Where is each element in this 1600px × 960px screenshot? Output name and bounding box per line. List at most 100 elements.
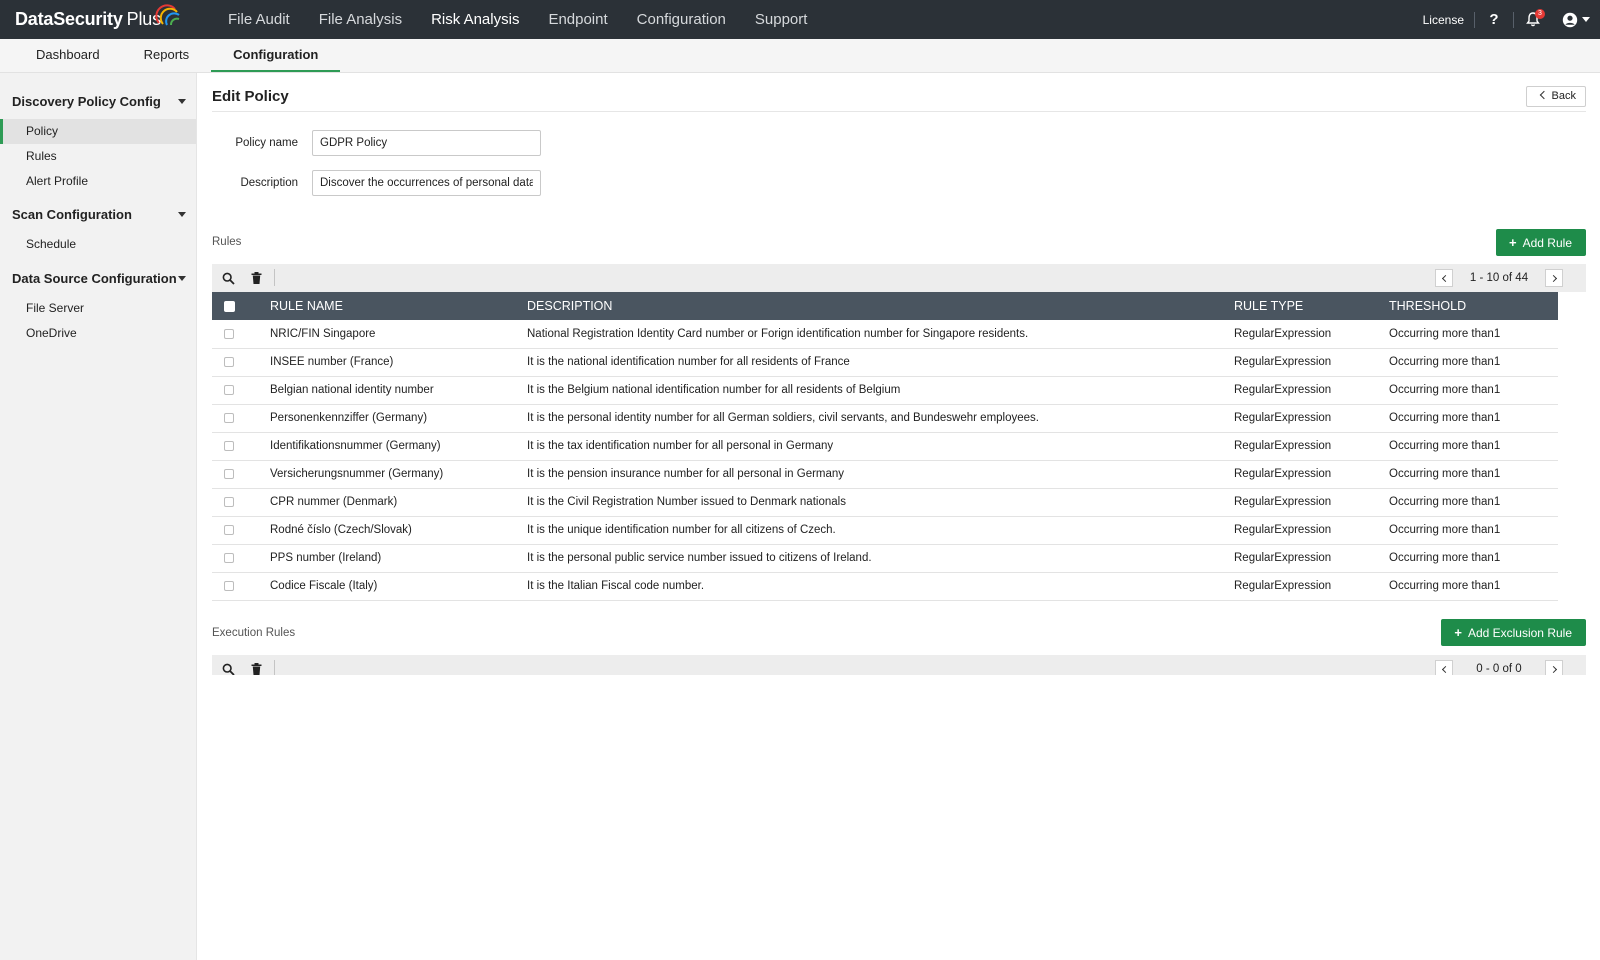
- back-label: Back: [1551, 90, 1576, 102]
- sidebar-item-rules[interactable]: Rules: [0, 144, 196, 169]
- row-checkbox[interactable]: [224, 552, 234, 563]
- table-row[interactable]: Rodné číslo (Czech/Slovak) It is the uniq…: [212, 516, 1558, 545]
- rule-threshold-cell: Occurring more than1: [1389, 432, 1558, 461]
- rules-table: RULE NAME DESCRIPTION RULE TYPE THRESHOL…: [212, 292, 1558, 601]
- sidebar-item-policy[interactable]: Policy: [0, 119, 196, 144]
- nav-configuration[interactable]: Configuration: [637, 0, 726, 39]
- tab-reports[interactable]: Reports: [122, 39, 212, 72]
- nav-endpoint[interactable]: Endpoint: [548, 0, 607, 39]
- next-page-button[interactable]: [1545, 660, 1563, 675]
- table-row[interactable]: Versicherungsnummer (Germany) It is the p…: [212, 460, 1558, 489]
- row-checkbox[interactable]: [224, 384, 234, 395]
- sidebar-item-alert-profile[interactable]: Alert Profile: [0, 169, 196, 194]
- sidebar-item-file-server[interactable]: File Server: [0, 296, 196, 321]
- divider: [212, 111, 1586, 112]
- rule-threshold-cell: Occurring more than1: [1389, 516, 1558, 545]
- rule-description-cell: It is the personal public service number…: [527, 544, 1234, 573]
- description-input[interactable]: [312, 170, 541, 196]
- table-row[interactable]: Codice Fiscale (Italy) It is the Italian …: [212, 572, 1558, 601]
- sidebar-group-label: Discovery Policy Config: [12, 93, 161, 109]
- prev-page-button[interactable]: [1435, 269, 1453, 287]
- chevron-left-icon: [1441, 274, 1449, 282]
- top-right-tools: License ? 3: [1423, 0, 1600, 39]
- policy-name-label: Policy name: [235, 137, 298, 149]
- row-checkbox[interactable]: [224, 580, 234, 591]
- sidebar-item-onedrive[interactable]: OneDrive: [0, 321, 196, 346]
- rule-description-cell: It is the Belgium national identificatio…: [527, 376, 1234, 405]
- execution-rules-pager: 0 - 0 of 0: [1435, 660, 1563, 675]
- chevron-right-icon: [1549, 274, 1557, 282]
- help-glyph: ?: [1489, 11, 1499, 28]
- sidebar-group-data-source-configuration[interactable]: Data Source Configuration: [0, 266, 196, 290]
- execution-rules-label: Execution Rules: [212, 627, 296, 639]
- table-row[interactable]: Belgian national identity number It is th…: [212, 376, 1558, 405]
- nav-support[interactable]: Support: [755, 0, 808, 39]
- rule-name-cell: Rodné číslo (Czech/Slovak): [270, 516, 527, 545]
- search-icon[interactable]: [220, 270, 236, 286]
- nav-file-audit[interactable]: File Audit: [228, 0, 290, 39]
- sidebar-group-scan-configuration[interactable]: Scan Configuration: [0, 202, 196, 226]
- next-page-button[interactable]: [1545, 269, 1563, 287]
- select-all-checkbox[interactable]: [224, 301, 235, 313]
- row-checkbox[interactable]: [224, 440, 234, 451]
- tab-configuration[interactable]: Configuration: [211, 39, 341, 72]
- row-checkbox[interactable]: [224, 412, 234, 423]
- rule-description-cell: It is the unique identification number f…: [527, 516, 1234, 545]
- add-exclusion-rule-button[interactable]: + Add Exclusion Rule: [1441, 619, 1586, 646]
- rule-threshold-cell: Occurring more than1: [1389, 376, 1558, 405]
- policy-name-row: Policy name: [212, 130, 541, 156]
- caret-down-icon: [178, 275, 186, 281]
- rule-name-cell: Identifikationsnummer (Germany): [270, 432, 527, 461]
- table-row[interactable]: CPR nummer (Denmark) It is the Civil Regi…: [212, 488, 1558, 517]
- rule-name-cell: CPR nummer (Denmark): [270, 488, 527, 517]
- rule-type-cell: RegularExpression: [1234, 460, 1389, 489]
- user-menu-icon[interactable]: [1552, 0, 1600, 39]
- delete-icon[interactable]: [248, 270, 264, 286]
- app-logo[interactable]: DataSecurity Plus: [15, 4, 195, 30]
- rule-threshold-cell: Occurring more than1: [1389, 320, 1558, 349]
- table-row[interactable]: Personenkennziffer (Germany) It is the pe…: [212, 404, 1558, 433]
- help-icon[interactable]: ?: [1475, 0, 1513, 39]
- page-range: 1 - 10 of 44: [1469, 272, 1529, 284]
- rule-name-cell: PPS number (Ireland): [270, 544, 527, 573]
- row-checkbox[interactable]: [224, 524, 234, 535]
- rule-description-cell: It is the national identification number…: [527, 348, 1234, 377]
- rule-type-cell: RegularExpression: [1234, 376, 1389, 405]
- prev-page-button[interactable]: [1435, 660, 1453, 675]
- rule-name-cell: INSEE number (France): [270, 348, 527, 377]
- license-link[interactable]: License: [1423, 13, 1464, 27]
- row-checkbox[interactable]: [224, 328, 234, 339]
- sidebar-group-discovery-policy-config[interactable]: Discovery Policy Config: [0, 89, 196, 113]
- top-bar: DataSecurity Plus File Audit File Analys…: [0, 0, 1600, 39]
- table-row[interactable]: NRIC/FIN Singapore National Registration …: [212, 320, 1558, 349]
- table-row[interactable]: INSEE number (France) It is the national …: [212, 348, 1558, 377]
- policy-name-input[interactable]: [312, 130, 541, 156]
- logo-text: DataSecurity: [15, 9, 123, 29]
- column-header-rule-name[interactable]: RULE NAME: [270, 292, 527, 320]
- column-header-description[interactable]: DESCRIPTION: [527, 292, 1234, 320]
- row-checkbox[interactable]: [224, 496, 234, 507]
- column-header-rule-type[interactable]: RULE TYPE: [1234, 292, 1389, 320]
- column-header-threshold[interactable]: THRESHOLD: [1389, 292, 1558, 320]
- add-rule-button[interactable]: + Add Rule: [1496, 229, 1586, 256]
- row-checkbox[interactable]: [224, 356, 234, 367]
- chevron-right-icon: [1549, 665, 1557, 673]
- rule-description-cell: It is the tax identification number for …: [527, 432, 1234, 461]
- caret-down-icon: [178, 211, 186, 217]
- search-icon[interactable]: [220, 661, 236, 675]
- sidebar-item-schedule[interactable]: Schedule: [0, 232, 196, 257]
- nav-file-analysis[interactable]: File Analysis: [319, 0, 402, 39]
- nav-risk-analysis[interactable]: Risk Analysis: [431, 0, 519, 39]
- chevron-down-icon: [1582, 16, 1590, 22]
- row-checkbox[interactable]: [224, 468, 234, 479]
- rule-name-cell: Versicherungsnummer (Germany): [270, 460, 527, 489]
- bell-icon[interactable]: 3: [1514, 0, 1552, 39]
- delete-icon[interactable]: [248, 661, 264, 675]
- rule-type-cell: RegularExpression: [1234, 348, 1389, 377]
- table-row[interactable]: PPS number (Ireland) It is the personal p…: [212, 544, 1558, 573]
- rule-threshold-cell: Occurring more than1: [1389, 544, 1558, 573]
- rule-threshold-cell: Occurring more than1: [1389, 572, 1558, 601]
- tab-dashboard[interactable]: Dashboard: [0, 39, 122, 72]
- back-button[interactable]: Back: [1525, 86, 1586, 107]
- table-row[interactable]: Identifikationsnummer (Germany) It is the…: [212, 432, 1558, 461]
